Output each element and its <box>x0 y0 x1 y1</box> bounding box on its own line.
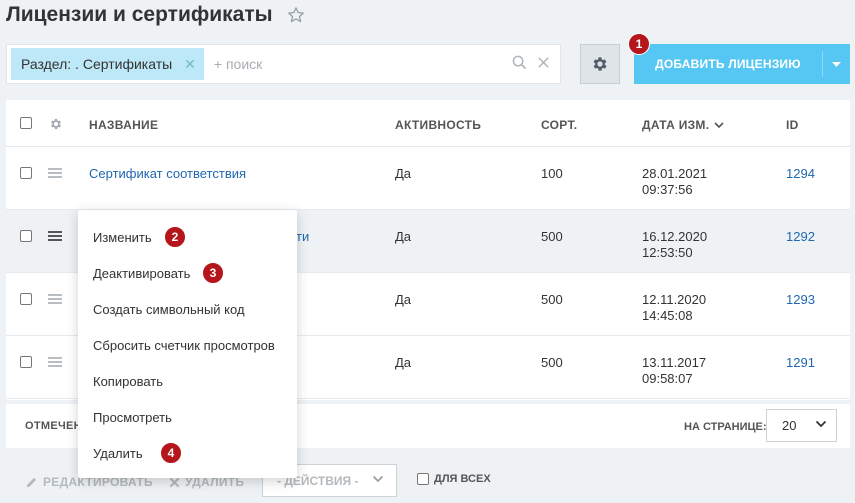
per-page-select[interactable]: 20 <box>766 409 837 442</box>
menu-item-label: Просмотреть <box>93 409 172 425</box>
menu-item-label: Деактивировать <box>93 265 191 281</box>
menu-item-label: Удалить <box>93 445 143 461</box>
column-header-name[interactable]: НАЗВАНИЕ <box>89 118 158 132</box>
filter-tag[interactable]: Раздел: . Сертификаты ✕ <box>11 48 204 80</box>
row-name-link[interactable]: Сертификат соответствия <box>89 166 246 181</box>
menu-item-label: Изменить <box>93 229 152 245</box>
gear-icon <box>593 57 607 71</box>
row-id-link[interactable]: 1292 <box>786 229 815 244</box>
filter-tag-label: Раздел: . Сертификаты <box>21 56 173 72</box>
row-active: Да <box>395 355 412 370</box>
chevron-down-icon <box>372 475 384 483</box>
column-header-date-label: ДАТА ИЗМ. <box>642 118 710 132</box>
menu-item-label: Копировать <box>93 373 163 389</box>
filter-search-bar[interactable]: Раздел: . Сертификаты ✕ + поиск <box>6 44 561 84</box>
menu-item-delete[interactable]: Удалить 4 <box>78 435 297 471</box>
selected-count-label: ОТМЕЧЕН <box>25 420 82 432</box>
row-menu-icon[interactable] <box>48 231 62 241</box>
table-header: НАЗВАНИЕ АКТИВНОСТЬ СОРТ. ДАТА ИЗМ. ID <box>6 100 850 147</box>
menu-item-create-symbol-code[interactable]: Создать символьный код <box>78 291 297 327</box>
table-settings-gear-icon[interactable] <box>49 117 63 131</box>
menu-item-view[interactable]: Просмотреть <box>78 399 297 435</box>
add-license-dropdown[interactable] <box>823 61 850 67</box>
row-sort: 100 <box>541 166 563 181</box>
filter-tag-remove-icon[interactable]: ✕ <box>184 56 196 73</box>
step-badge-4: 4 <box>160 442 182 464</box>
row-active: Да <box>395 229 412 244</box>
row-active: Да <box>395 166 412 181</box>
row-id-link[interactable]: 1291 <box>786 355 815 370</box>
row-sort: 500 <box>541 292 563 307</box>
close-icon <box>169 477 180 487</box>
row-context-menu: Изменить 2 Деактивировать 3 Создать симв… <box>78 210 297 478</box>
row-checkbox[interactable] <box>20 293 32 305</box>
column-header-id[interactable]: ID <box>786 118 799 132</box>
row-name-link[interactable]: ти <box>296 229 309 244</box>
row-date: 13.11.2017 <box>642 355 707 370</box>
menu-item-label: Сбросить счетчик просмотров <box>93 337 275 353</box>
menu-item-edit[interactable]: Изменить 2 <box>78 219 297 255</box>
per-page-value: 20 <box>782 418 797 433</box>
row-checkbox[interactable] <box>20 167 32 179</box>
page-title: Лицензии и сертификаты <box>6 3 305 27</box>
column-header-active[interactable]: АКТИВНОСТЬ <box>395 118 481 132</box>
row-active: Да <box>395 292 412 307</box>
row-time: 09:37:56 <box>642 182 693 197</box>
sort-chevron-down-icon <box>714 122 724 128</box>
star-icon[interactable] <box>287 6 305 24</box>
menu-item-reset-view-counter[interactable]: Сбросить счетчик просмотров <box>78 327 297 363</box>
column-header-date[interactable]: ДАТА ИЗМ. <box>642 118 724 132</box>
for-all-checkbox[interactable] <box>417 473 429 485</box>
row-checkbox[interactable] <box>20 356 32 368</box>
caret-down-icon <box>832 61 841 67</box>
menu-item-deactivate[interactable]: Деактивировать 3 <box>78 255 297 291</box>
search-placeholder[interactable]: + поиск <box>214 56 262 72</box>
row-date: 12.11.2020 <box>642 292 707 307</box>
row-date: 16.12.2020 <box>642 229 708 244</box>
table-row[interactable]: Сертификат соответствия Да 100 28.01.202… <box>6 147 850 210</box>
add-license-button[interactable]: ДОБАВИТЬ ЛИЦЕНЗИЮ <box>634 44 850 84</box>
row-checkbox[interactable] <box>20 230 32 242</box>
drag-handle-icon[interactable] <box>48 168 62 178</box>
row-sort: 500 <box>541 229 563 244</box>
row-sort: 500 <box>541 355 563 370</box>
step-badge-1: 1 <box>628 33 650 55</box>
menu-item-copy[interactable]: Копировать <box>78 363 297 399</box>
step-badge-2: 2 <box>164 226 186 248</box>
menu-item-label: Создать символьный код <box>93 301 245 317</box>
clear-icon[interactable] <box>537 56 550 69</box>
select-all-checkbox[interactable] <box>20 117 32 129</box>
pencil-icon <box>26 477 37 487</box>
drag-handle-icon[interactable] <box>48 294 62 304</box>
drag-handle-icon[interactable] <box>48 357 62 367</box>
for-all-label: ДЛЯ ВСЕХ <box>434 473 491 485</box>
step-badge-3: 3 <box>202 262 224 284</box>
row-time: 14:45:08 <box>642 308 693 323</box>
search-icon[interactable] <box>512 55 527 70</box>
chevron-down-icon <box>815 420 827 428</box>
page-title-text: Лицензии и сертификаты <box>6 3 273 26</box>
add-license-label: ДОБАВИТЬ ЛИЦЕНЗИЮ <box>655 57 801 71</box>
column-header-sort[interactable]: СОРТ. <box>541 118 577 132</box>
row-id-link[interactable]: 1293 <box>786 292 815 307</box>
row-id-link[interactable]: 1294 <box>786 166 815 181</box>
per-page-label: НА СТРАНИЦЕ: <box>684 421 767 433</box>
row-time: 09:58:07 <box>642 371 693 386</box>
row-time: 12:53:50 <box>642 245 693 260</box>
for-all-toggle[interactable]: ДЛЯ ВСЕХ <box>417 473 491 485</box>
row-date: 28.01.2021 <box>642 166 708 181</box>
settings-button[interactable] <box>580 44 620 84</box>
